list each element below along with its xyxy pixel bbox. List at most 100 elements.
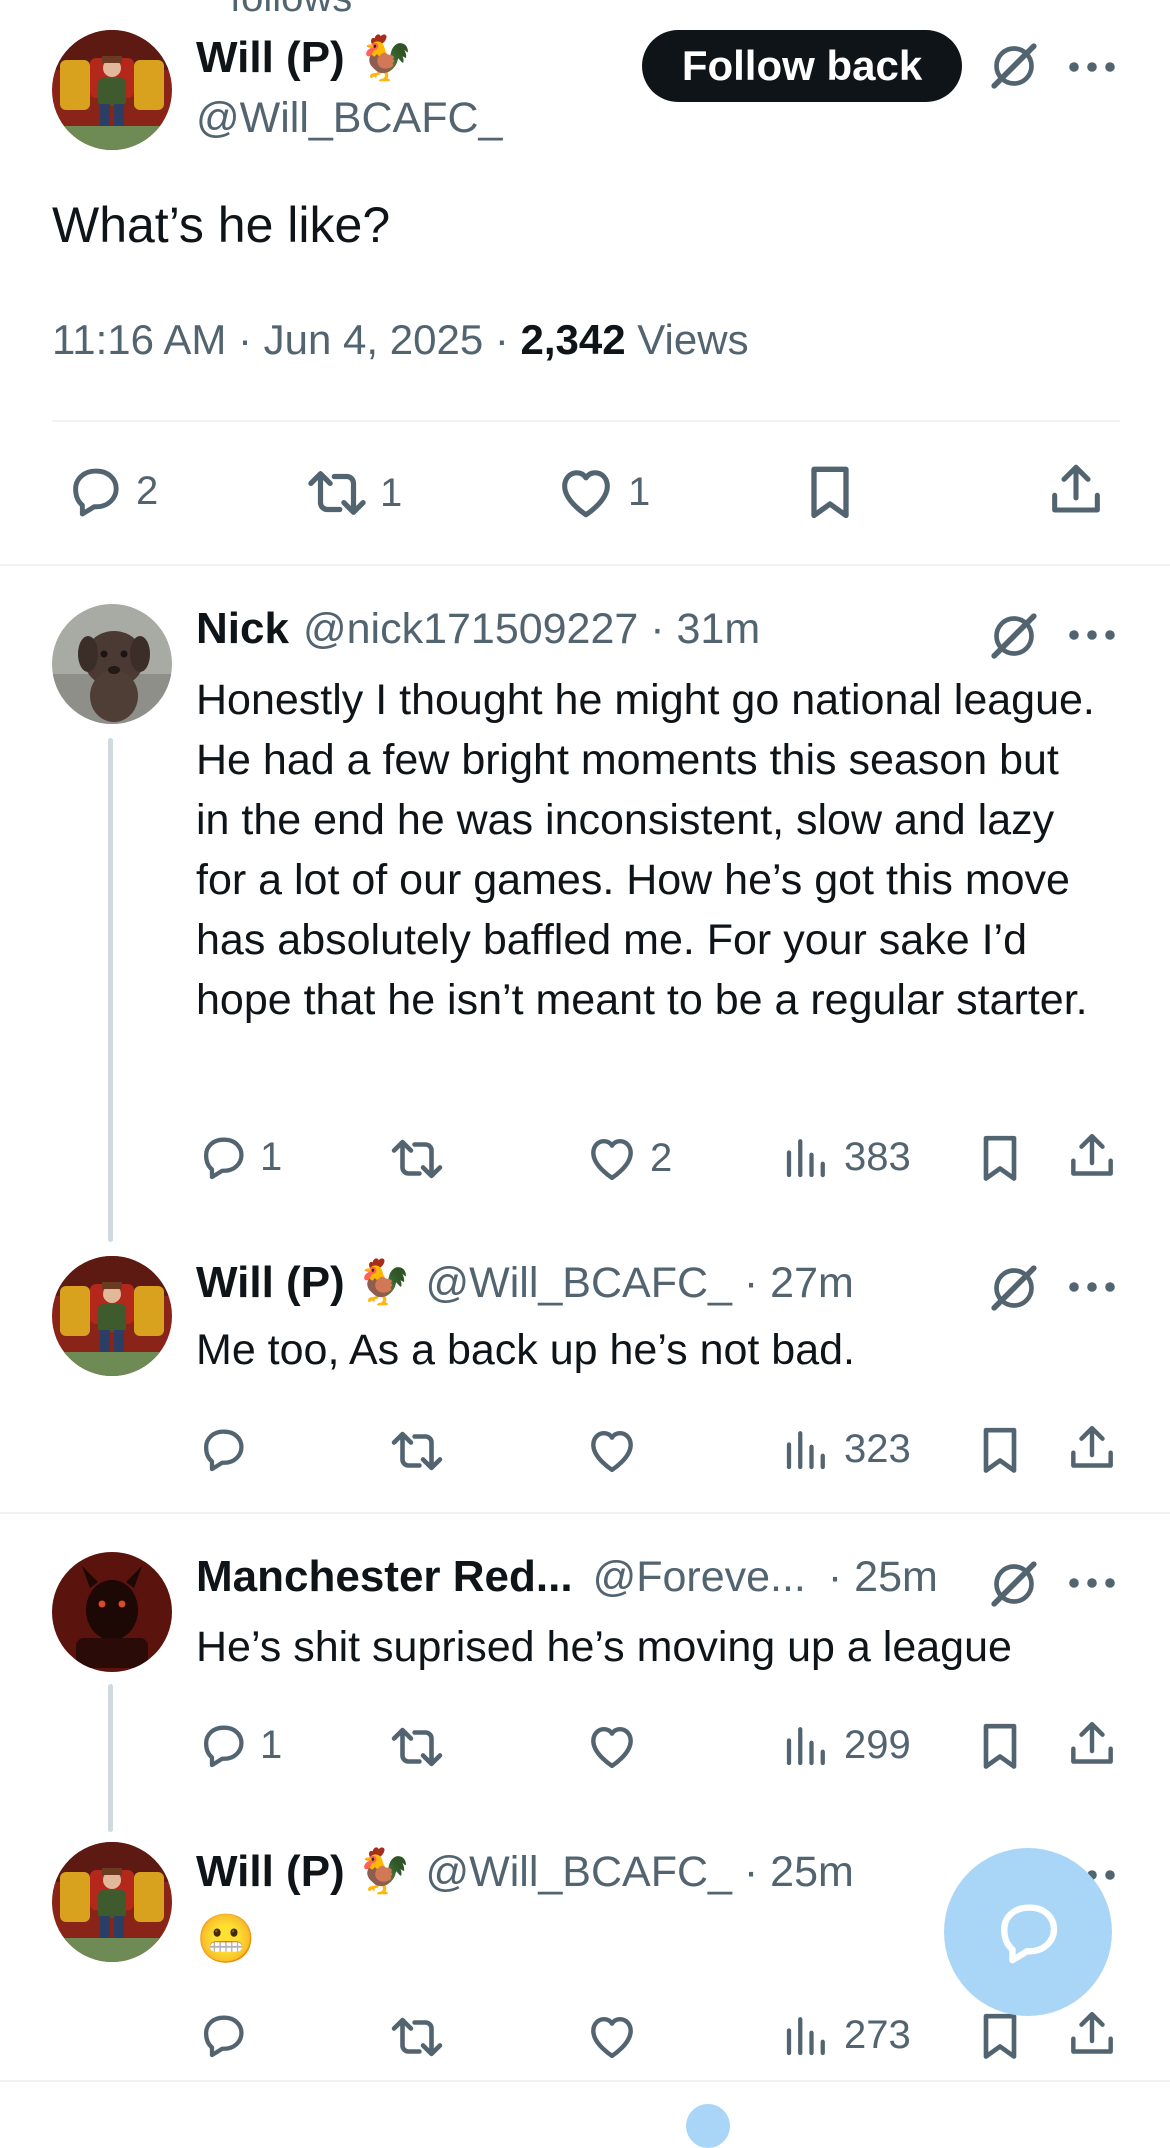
views-icon (780, 1130, 834, 1184)
repost-button[interactable] (388, 1130, 446, 1188)
share-button[interactable] (1064, 1716, 1120, 1772)
post-timestamp[interactable]: 11:16 AM · Jun 4, 2025 · (52, 316, 521, 363)
divider (0, 564, 1170, 566)
reply-time[interactable]: · 25m (828, 1553, 938, 1602)
views-count[interactable]: 2,342 (521, 316, 626, 363)
chicken-emoji-icon: 🐓 (356, 1847, 412, 1896)
like-button[interactable]: 1 (554, 460, 650, 524)
heart-icon (554, 460, 618, 524)
author-handle[interactable]: @Will_BCAFC_ (196, 94, 502, 143)
reply-header: Manchester Red... @Foreve... · 25m (196, 1552, 938, 1602)
more-icon[interactable] (1068, 628, 1116, 640)
share-button[interactable] (1064, 1420, 1120, 1476)
repost-icon (304, 460, 370, 526)
reply-button[interactable]: 1 (196, 1718, 282, 1772)
bookmark-button[interactable] (972, 1130, 1028, 1186)
like-count: 2 (650, 1135, 673, 1180)
reply-handle[interactable]: @Will_BCAFC_ · 27m (426, 1259, 854, 1308)
avatar[interactable] (52, 1256, 172, 1376)
like-button[interactable] (584, 1718, 640, 1774)
reply-icon (196, 2008, 250, 2062)
views-count: 299 (844, 1722, 911, 1767)
reply-header: Will (P) 🐓 @Will_BCAFC_ · 25m (196, 1845, 854, 1897)
divider (52, 420, 1120, 422)
bookmark-button[interactable] (972, 1422, 1028, 1478)
author-name[interactable]: Will (P) (196, 33, 345, 83)
more-icon[interactable] (1068, 1280, 1116, 1292)
reply-handle[interactable]: @Foreve... (593, 1553, 806, 1602)
repost-button[interactable] (388, 1422, 446, 1480)
thread-line (108, 738, 113, 1242)
reply-handle[interactable]: @nick171509227 · 31m (303, 605, 760, 654)
thread-line (108, 1684, 113, 1832)
views-button[interactable]: 273 (780, 2008, 911, 2062)
bookmark-button[interactable] (972, 2008, 1028, 2064)
views-button[interactable]: 323 (780, 1422, 911, 1476)
views-button[interactable]: 383 (780, 1130, 911, 1184)
reply-button[interactable] (196, 1422, 250, 1476)
like-button[interactable]: 2 (584, 1130, 672, 1186)
share-icon (1064, 1420, 1120, 1476)
views-button[interactable]: 299 (780, 1718, 911, 1772)
views-icon (780, 1718, 834, 1772)
divider (0, 1512, 1170, 1514)
avatar[interactable] (52, 1552, 172, 1672)
post-meta: 11:16 AM · Jun 4, 2025 · 2,342 Views (52, 316, 749, 364)
reply-author-name[interactable]: Will (P) (196, 1258, 345, 1308)
bookmark-icon (798, 460, 862, 524)
reply-icon (196, 1422, 250, 1476)
bookmark-button[interactable] (798, 460, 862, 524)
bookmark-button[interactable] (972, 1718, 1028, 1774)
compose-reply-icon (1001, 1904, 1058, 1964)
reply-count: 1 (260, 1134, 283, 1179)
repost-icon (388, 2008, 446, 2066)
chicken-emoji-icon: 🐓 (358, 34, 414, 83)
reply-header: Will (P) 🐓 @Will_BCAFC_ · 27m (196, 1256, 854, 1308)
share-icon (1064, 2006, 1120, 2062)
divider (0, 2080, 1170, 2082)
like-button[interactable] (584, 2008, 640, 2064)
reply-icon (196, 1130, 250, 1184)
reply-author-name[interactable]: Manchester Red... (196, 1552, 573, 1602)
grok-icon[interactable] (986, 608, 1042, 664)
grok-icon[interactable] (986, 1556, 1042, 1612)
avatar[interactable] (52, 1842, 172, 1962)
share-button[interactable] (1044, 458, 1108, 522)
compose-reply-button[interactable] (944, 1848, 1112, 2016)
share-icon (1044, 458, 1108, 522)
author-name-row[interactable]: Will (P) 🐓 (196, 32, 414, 84)
reply-button[interactable] (196, 2008, 250, 2062)
avatar[interactable] (52, 30, 172, 150)
reply-header: Nick @nick171509227 · 31m (196, 604, 760, 654)
follow-back-button[interactable]: Follow back (642, 30, 962, 102)
more-icon[interactable] (1068, 1576, 1116, 1588)
heart-icon (584, 1718, 640, 1774)
reply-button[interactable]: 2 (64, 460, 158, 522)
bookmark-icon (972, 1718, 1028, 1774)
grok-icon[interactable] (986, 38, 1042, 94)
reply-text: He’s shit suprised he’s moving up a leag… (196, 1623, 1012, 1671)
repost-button[interactable]: 1 (304, 460, 402, 526)
views-label: Views (625, 316, 749, 363)
grok-icon[interactable] (986, 1260, 1042, 1316)
reply-author-name[interactable]: Nick (196, 604, 289, 654)
reply-icon (196, 1718, 250, 1772)
avatar[interactable] (52, 604, 172, 724)
reply-handle[interactable]: @Will_BCAFC_ · 25m (426, 1848, 854, 1897)
more-icon[interactable] (1068, 60, 1116, 72)
reply-button[interactable]: 1 (196, 1130, 282, 1184)
repost-button[interactable] (388, 1718, 446, 1776)
bookmark-icon (972, 1422, 1028, 1478)
share-button[interactable] (1064, 1128, 1120, 1184)
repost-count: 1 (380, 470, 403, 515)
reply-author-name[interactable]: Will (P) (196, 1847, 345, 1897)
share-button[interactable] (1064, 2006, 1120, 2062)
heart-icon (584, 2008, 640, 2064)
reply-count: 2 (136, 468, 159, 513)
share-icon (1064, 1716, 1120, 1772)
heart-icon (584, 1130, 640, 1186)
views-count: 383 (844, 1134, 911, 1179)
repost-button[interactable] (388, 2008, 446, 2066)
like-button[interactable] (584, 1422, 640, 1478)
reply-text: 😬 (196, 1913, 256, 1966)
